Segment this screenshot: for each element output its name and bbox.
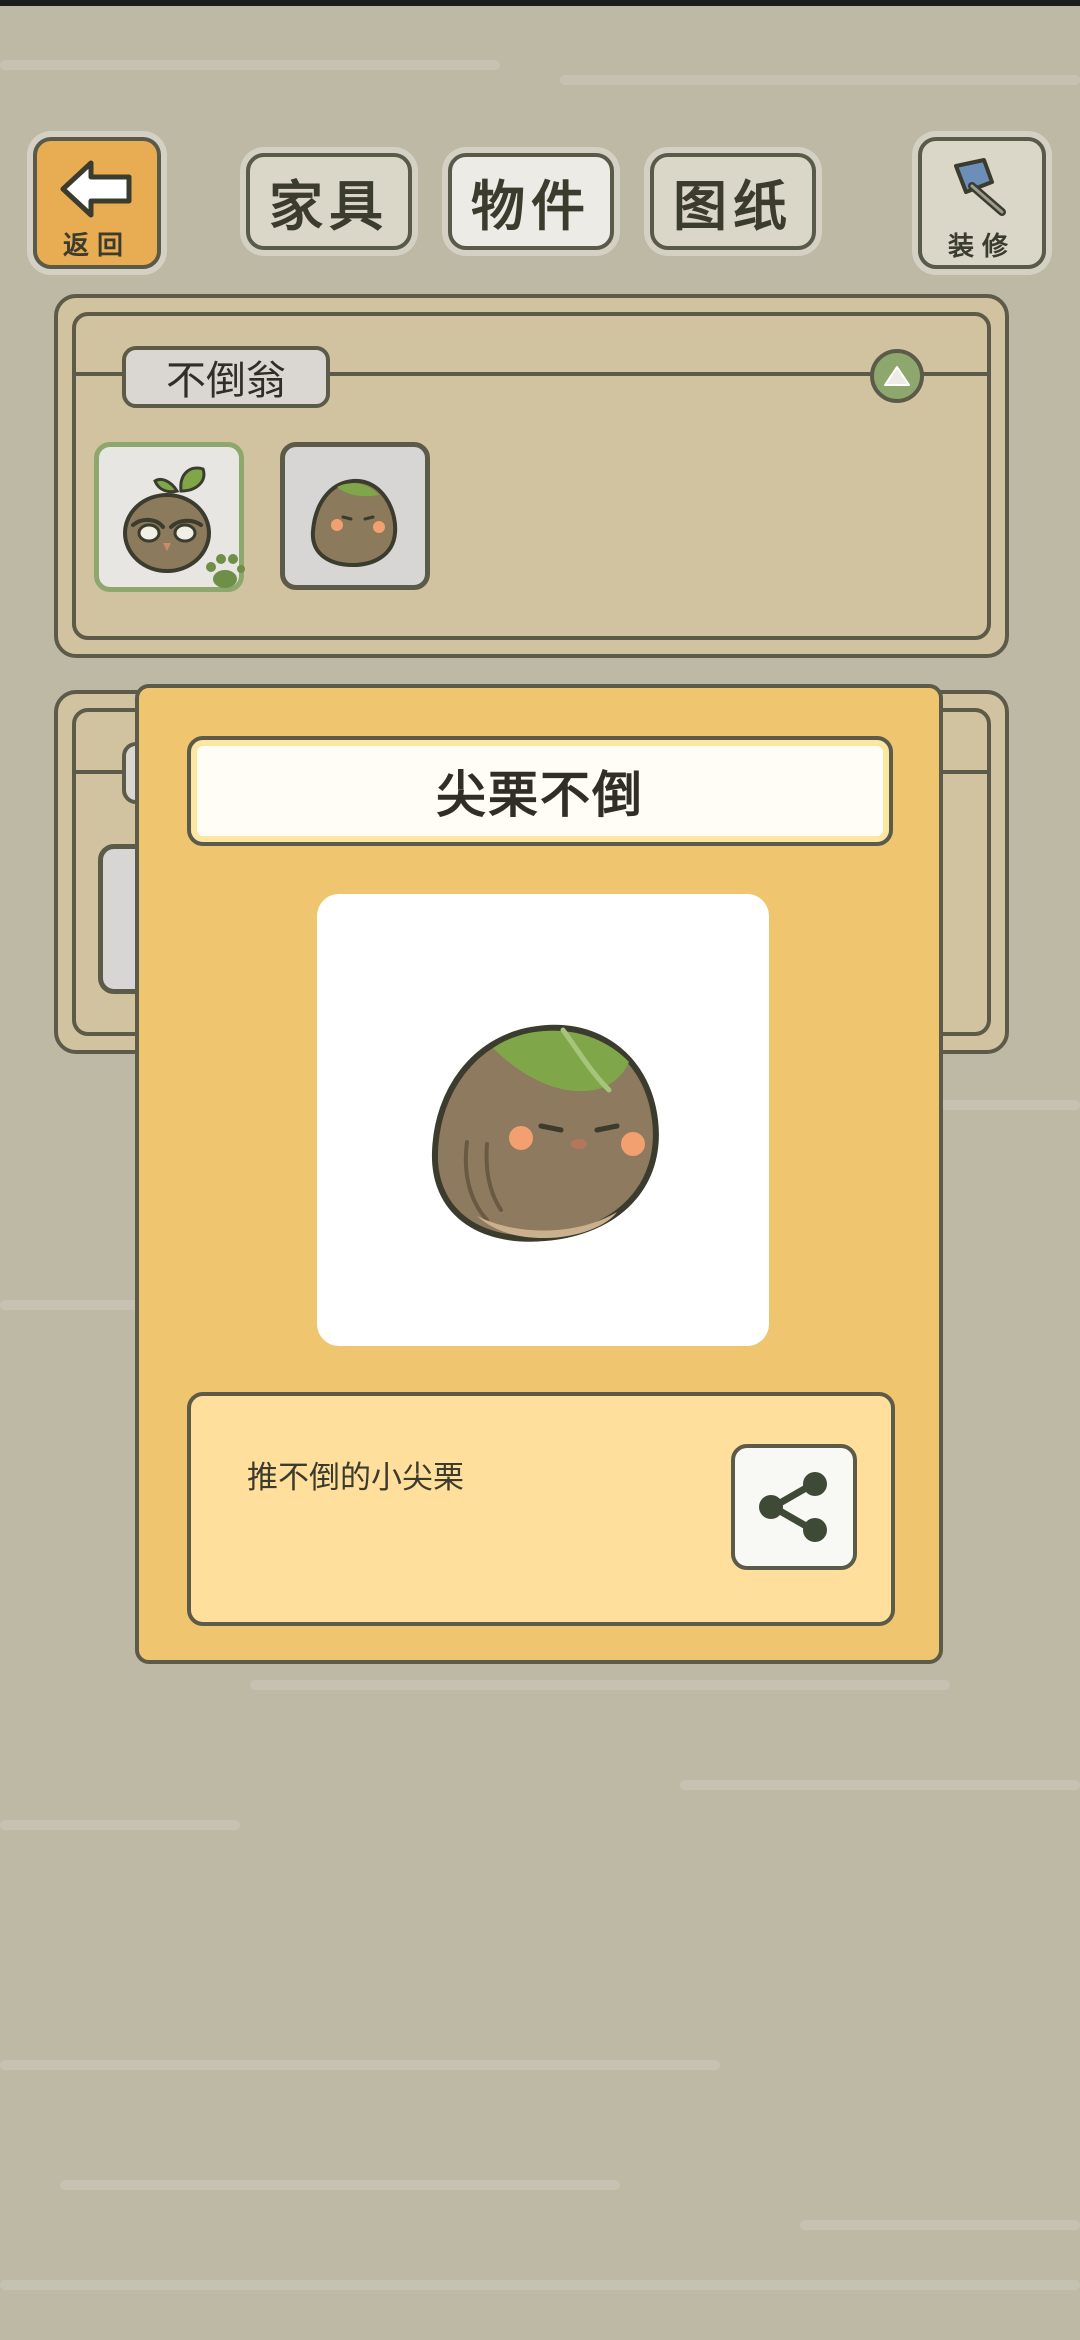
tab-objects-label: 物件 xyxy=(471,177,591,237)
status-bar xyxy=(0,0,1080,6)
decorate-label: 装修 xyxy=(947,230,1016,261)
panel-title-text: 不倒翁 xyxy=(166,359,286,403)
item-description-box: 推不倒的小尖栗 xyxy=(187,1392,895,1626)
panel-title: 不倒翁 xyxy=(122,346,330,408)
collapse-button[interactable] xyxy=(870,349,924,403)
paw-print-icon xyxy=(206,554,245,588)
wood-grain xyxy=(0,1300,150,1310)
tab-furniture-label: 家具 xyxy=(269,177,389,237)
back-arrow-icon xyxy=(60,160,132,217)
item-slot-selected[interactable] xyxy=(94,442,245,592)
item-slot[interactable] xyxy=(280,442,430,590)
item-title: 尖栗不倒 xyxy=(187,736,893,846)
tab-blueprints[interactable]: 图纸 xyxy=(650,153,816,250)
wood-grain xyxy=(0,2280,1080,2290)
wood-grain xyxy=(60,2180,620,2190)
back-button[interactable]: 返回 xyxy=(33,137,161,269)
paint-brush-icon xyxy=(954,157,1006,216)
chestnut-tumbler-icon xyxy=(310,478,398,568)
item-detail-card: 尖栗不倒 推不倒的小尖栗 xyxy=(135,684,943,1664)
tab-furniture[interactable]: 家具 xyxy=(246,153,412,250)
item-preview xyxy=(317,894,769,1346)
wood-grain xyxy=(250,1680,950,1690)
share-icon xyxy=(759,1472,827,1542)
wood-grain xyxy=(0,60,500,70)
decorate-button[interactable]: 装修 xyxy=(918,137,1046,269)
category-panel-tumblers: 不倒翁 xyxy=(54,294,1009,658)
wood-grain xyxy=(0,2060,720,2070)
wood-grain xyxy=(680,1780,1080,1790)
item-description: 推不倒的小尖栗 xyxy=(247,1460,464,1495)
back-label: 返回 xyxy=(62,229,131,260)
item-title-text: 尖栗不倒 xyxy=(436,767,644,823)
tab-objects[interactable]: 物件 xyxy=(448,153,614,250)
wood-grain xyxy=(800,2220,1080,2230)
triangle-up-icon xyxy=(884,366,910,386)
wood-grain xyxy=(0,1820,240,1830)
tab-blueprints-label: 图纸 xyxy=(673,177,793,237)
chestnut-tumbler-icon xyxy=(431,1024,659,1242)
wood-grain xyxy=(930,1100,1080,1110)
share-button[interactable] xyxy=(731,1444,857,1570)
wood-grain xyxy=(560,75,1080,85)
